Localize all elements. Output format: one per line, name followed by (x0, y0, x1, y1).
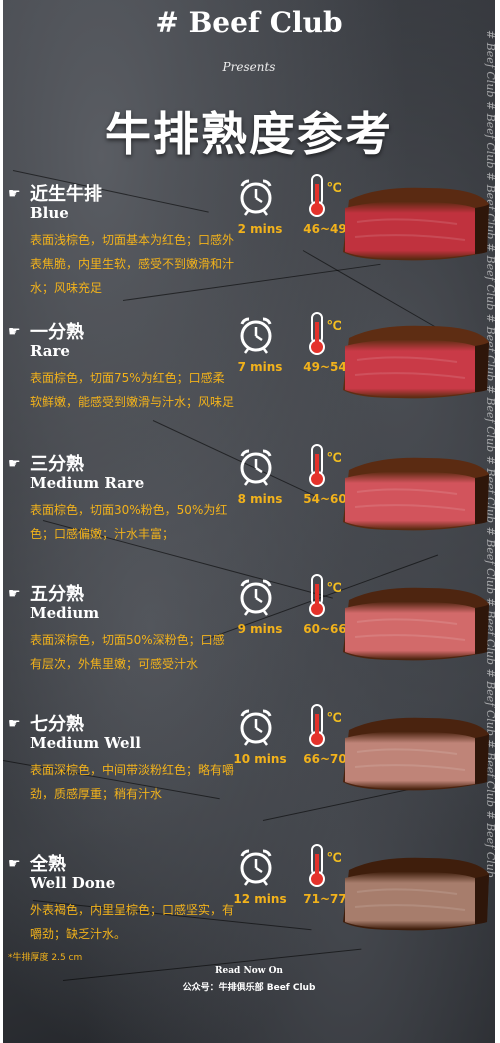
doneness-cn-name: 一分熟 (30, 322, 84, 343)
doneness-en-name: Medium Rare (30, 474, 145, 492)
thermometer-icon: °C (309, 444, 341, 487)
pointing-hand-icon: ☛ (8, 324, 21, 340)
doneness-description: 表面棕色，切面30%粉色，50%为红色；口感偏嫩；汁水丰富； (30, 503, 228, 541)
doneness-item: ☛ 五分熟 Medium 表面深棕色，切面50%深粉色；口感有层次，外焦里嫩；可… (3, 574, 495, 710)
doneness-description: 表面棕色，切面75%为红色；口感柔软鲜嫩，能感受到嫩滑与汁水；风味足 (30, 371, 235, 409)
thickness-note: *牛排厚度 2.5 cm (8, 953, 83, 963)
doneness-item: ☛ 近生牛排 Blue 表面浅棕色，切面基本为红色；口感外表焦脆，内里生软，感受… (3, 174, 495, 310)
alarm-clock-icon (240, 179, 272, 216)
alarm-clock-icon (240, 849, 272, 886)
steak-image (343, 857, 489, 931)
doneness-en-name: Blue (30, 204, 69, 222)
steak-image (343, 325, 489, 399)
poster: # Beef Club Presents 牛排熟度参考 # Beef Club … (3, 0, 495, 1043)
doneness-cn-name: 三分熟 (30, 454, 84, 475)
thermometer-icon: °C (309, 312, 341, 355)
brand-title: # Beef Club (155, 6, 343, 39)
doneness-cn-name: 五分熟 (30, 584, 84, 605)
doneness-en-name: Medium Well (30, 734, 141, 752)
doneness-item: ☛ 三分熟 Medium Rare 表面棕色，切面30%粉色，50%为红色；口感… (3, 444, 495, 580)
steak-image (343, 717, 489, 791)
steak-image (343, 587, 489, 661)
doneness-en-name: Well Done (30, 874, 116, 892)
page-title: 牛排熟度参考 (105, 107, 393, 161)
steak-image (343, 457, 489, 531)
doneness-description: 外表褐色，内里呈棕色；口感坚实，有嚼劲；缺乏汁水。 (30, 903, 235, 941)
doneness-cn-name: 全熟 (30, 854, 66, 875)
doneness-item: ☛ 一分熟 Rare 表面棕色，切面75%为红色；口感柔软鲜嫩，能感受到嫩滑与汁… (3, 312, 495, 448)
doneness-description: 表面深棕色，切面50%深粉色；口感有层次，外焦里嫩；可感受汁水 (30, 633, 225, 671)
doneness-cn-name: 近生牛排 (30, 184, 102, 205)
doneness-en-name: Rare (30, 342, 70, 360)
doneness-description: 表面深棕色，中间带淡粉红色；略有嚼劲，质感厚重；稍有汁水 (30, 763, 235, 801)
cook-time: 12 mins (233, 892, 287, 906)
presents-label: Presents (222, 60, 276, 74)
thermometer-icon: °C (309, 574, 341, 617)
doneness-item: ☛ 七分熟 Medium Well 表面深棕色，中间带淡粉红色；略有嚼劲，质感厚… (3, 704, 495, 840)
cook-time: 7 mins (237, 360, 283, 374)
pointing-hand-icon: ☛ (8, 856, 21, 872)
account-label: 公众号：牛排俱乐部 Beef Club (182, 983, 316, 993)
read-now-label: Read Now On (215, 966, 283, 976)
doneness-description: 表面浅棕色，切面基本为红色；口感外表焦脆，内里生软，感受不到嫩滑和汁水；风味充足 (30, 233, 235, 295)
cook-time: 10 mins (233, 752, 287, 766)
steak-image (343, 187, 489, 261)
cook-time: 9 mins (237, 622, 283, 636)
pointing-hand-icon: ☛ (8, 586, 21, 602)
alarm-clock-icon (240, 579, 272, 616)
alarm-clock-icon (240, 317, 272, 354)
thermometer-icon: °C (309, 844, 341, 887)
cook-time: 2 mins (237, 222, 283, 236)
doneness-cn-name: 七分熟 (30, 714, 84, 735)
pointing-hand-icon: ☛ (8, 456, 21, 472)
thermometer-icon: °C (309, 174, 341, 217)
doneness-en-name: Medium (30, 604, 100, 622)
alarm-clock-icon (240, 449, 272, 486)
pointing-hand-icon: ☛ (8, 186, 21, 202)
thermometer-icon: °C (309, 704, 341, 747)
cook-time: 8 mins (237, 492, 283, 506)
pointing-hand-icon: ☛ (8, 716, 21, 732)
alarm-clock-icon (240, 709, 272, 746)
